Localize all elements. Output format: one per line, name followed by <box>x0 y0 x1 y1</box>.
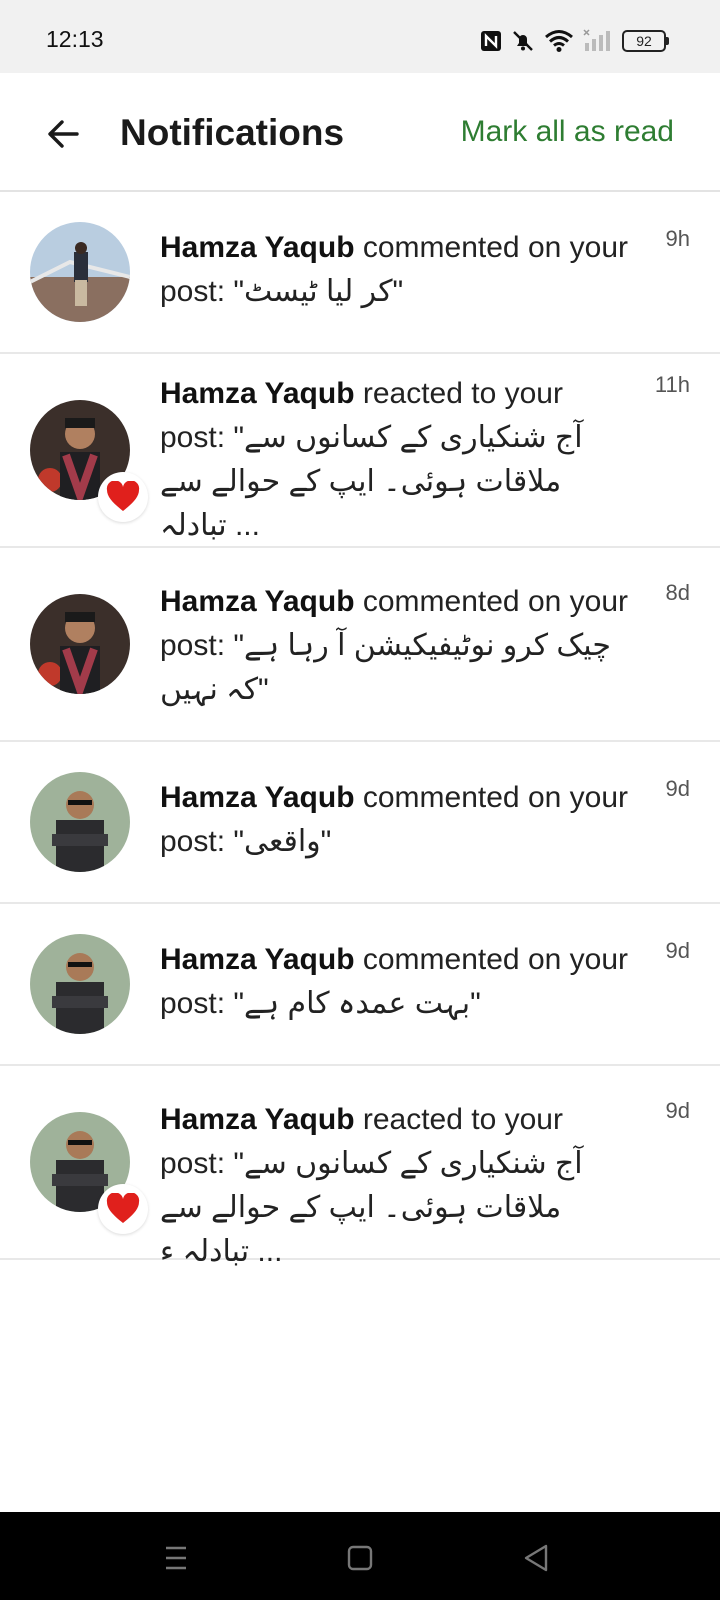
actor-name: Hamza Yaqub <box>160 377 355 410</box>
actor-name: Hamza Yaqub <box>160 1103 355 1136</box>
app-bar: Notifications Mark all as read <box>0 73 720 192</box>
notification-time: 9h <box>665 226 690 251</box>
notification-text: Hamza Yaqub commented on your post: "چیک… <box>160 580 630 712</box>
notification-list: Hamza Yaqub commented on your post: "کر … <box>0 194 720 1268</box>
avatar <box>30 772 130 872</box>
menu-icon[interactable] <box>156 1538 196 1578</box>
signal-icon <box>583 29 610 51</box>
heart-icon <box>106 481 140 511</box>
reaction-badge <box>98 472 148 522</box>
notification-item[interactable]: Hamza Yaqub commented on your post: "چیک… <box>0 548 720 742</box>
actor-name: Hamza Yaqub <box>160 781 355 814</box>
notification-time: 9d <box>665 776 690 801</box>
home-square-icon[interactable] <box>340 1538 380 1578</box>
battery-icon: 92 <box>622 30 669 52</box>
status-icons: 92 <box>480 26 669 56</box>
notification-item[interactable]: Hamza Yaqub reacted to your post: "آج شن… <box>0 1066 720 1268</box>
notification-time: 11h <box>654 372 690 397</box>
actor-name: Hamza Yaqub <box>160 231 355 264</box>
actor-name: Hamza Yaqub <box>160 943 355 976</box>
notification-item[interactable]: Hamza Yaqub reacted to your post: "آج شن… <box>0 354 720 548</box>
notification-text: Hamza Yaqub reacted to your post: "آج شن… <box>160 1098 630 1274</box>
notification-item[interactable]: Hamza Yaqub commented on your post: "کر … <box>0 194 720 354</box>
status-time: 12:13 <box>46 26 104 52</box>
wifi-icon <box>545 30 573 52</box>
page-title: Notifications <box>120 112 345 153</box>
notification-time: 9d <box>665 938 690 963</box>
notification-text: Hamza Yaqub commented on your post: "بہت… <box>160 938 630 1026</box>
arrow-left-icon <box>48 120 79 148</box>
avatar <box>30 222 130 322</box>
back-triangle-icon[interactable] <box>516 1538 556 1578</box>
notification-item[interactable]: Hamza Yaqub commented on your post: "بہت… <box>0 904 720 1066</box>
mute-icon <box>513 31 533 51</box>
system-nav-bar <box>0 1512 720 1600</box>
heart-icon <box>106 1193 140 1223</box>
mark-all-read-button[interactable]: Mark all as read <box>461 115 674 149</box>
avatar <box>30 934 130 1034</box>
reaction-badge <box>98 1184 148 1234</box>
notification-time: 8d <box>665 580 690 605</box>
notification-text: Hamza Yaqub reacted to your post: "آج شن… <box>160 372 630 548</box>
notification-item[interactable]: Hamza Yaqub commented on your post: "واق… <box>0 742 720 904</box>
notification-time: 9d <box>665 1098 690 1123</box>
actor-name: Hamza Yaqub <box>160 585 355 618</box>
nfc-icon <box>481 31 501 51</box>
status-bar: 12:13 92 <box>0 0 720 73</box>
back-button[interactable] <box>36 107 90 161</box>
notification-text: Hamza Yaqub commented on your post: "واق… <box>160 776 630 864</box>
notification-text: Hamza Yaqub commented on your post: "کر … <box>160 226 630 314</box>
avatar <box>30 594 130 694</box>
